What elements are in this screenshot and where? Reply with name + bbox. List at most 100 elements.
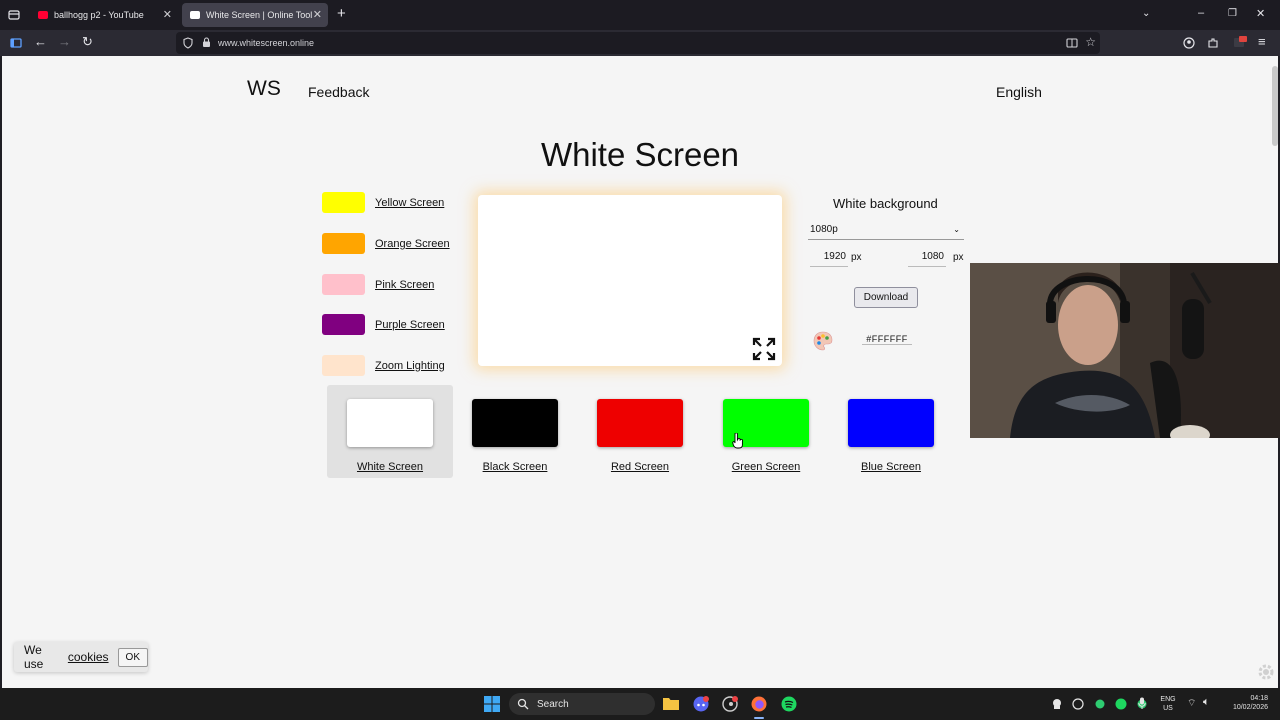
color-swatch[interactable] <box>322 274 365 295</box>
lock-icon[interactable] <box>202 37 211 48</box>
clock-time: 04:18 <box>1250 695 1268 702</box>
new-tab-icon[interactable]: + <box>337 6 346 21</box>
side-color-label[interactable]: Purple Screen <box>375 319 445 331</box>
input-language-bottom: US <box>1163 705 1173 712</box>
gear-icon[interactable] <box>1256 662 1276 682</box>
wifi-icon[interactable]: ⌔ <box>1187 697 1196 710</box>
width-input[interactable]: 1920 <box>810 251 848 267</box>
taskbar-search[interactable]: Search <box>509 693 655 715</box>
fullscreen-icon[interactable] <box>752 337 776 361</box>
language-selector[interactable]: English <box>996 84 1042 100</box>
address-bar[interactable]: www.whitescreen.online ☆ <box>176 32 1100 54</box>
clock[interactable]: 04:18 10/02/2026 <box>1222 694 1268 712</box>
color-swatch[interactable] <box>322 192 365 213</box>
spotify-icon[interactable] <box>781 696 797 712</box>
page-icon <box>190 11 200 19</box>
account-icon[interactable] <box>1183 37 1195 49</box>
side-color-label[interactable]: Pink Screen <box>375 279 434 291</box>
maximize-icon[interactable]: ❐ <box>1228 8 1237 20</box>
list-all-tabs-icon[interactable]: ⌄ <box>1142 8 1150 20</box>
os-taskbar: Search ENG US ⌔ 🔈︎ 04:18 10/02/2026 <box>0 688 1280 720</box>
red-screen-card[interactable] <box>597 399 683 447</box>
cookie-ok-button[interactable]: OK <box>117 647 148 667</box>
tray-spotify-icon[interactable] <box>1115 698 1127 710</box>
shield-icon[interactable] <box>183 37 193 49</box>
color-swatch[interactable] <box>322 233 365 254</box>
webcam-feed <box>970 263 1280 438</box>
tray-steam-icon[interactable] <box>1072 698 1084 710</box>
extensions-icon[interactable] <box>1207 37 1219 49</box>
width-unit: px <box>851 252 862 263</box>
page-title: White Screen <box>540 136 740 173</box>
white-screen-card[interactable] <box>347 399 433 447</box>
bookmark-star-icon[interactable]: ☆ <box>1085 35 1096 49</box>
menu-icon[interactable]: ≡ <box>1258 35 1266 48</box>
blue-screen-label[interactable]: Blue Screen <box>828 461 954 473</box>
sidebar-icon[interactable] <box>10 37 22 49</box>
hand-cursor-icon <box>732 433 743 449</box>
download-button[interactable]: Download <box>854 287 918 308</box>
close-window-icon[interactable]: ✕ <box>1256 8 1265 20</box>
reload-icon[interactable]: ↻ <box>82 35 93 48</box>
tray-status-icon[interactable] <box>1095 699 1105 709</box>
blue-screen-card[interactable] <box>848 399 934 447</box>
tray-app-icon[interactable] <box>1051 698 1063 710</box>
side-color-zoom-lighting[interactable]: Zoom Lighting <box>322 355 445 376</box>
red-screen-label[interactable]: Red Screen <box>577 461 703 473</box>
cookie-text: We use <box>24 643 44 671</box>
color-swatch[interactable] <box>322 314 365 335</box>
tab-whitescreen-label: White Screen | Online Tool <box>206 10 313 20</box>
side-color-label[interactable]: Yellow Screen <box>375 197 444 209</box>
feedback-link[interactable]: Feedback <box>308 84 369 100</box>
side-color-purple[interactable]: Purple Screen <box>322 314 445 335</box>
resolution-value: 1080p <box>810 224 838 235</box>
height-input[interactable]: 1080 <box>908 251 946 267</box>
scrollbar[interactable] <box>1272 66 1278 146</box>
back-icon[interactable]: ← <box>34 35 47 48</box>
resolution-select[interactable]: 1080p ⌄ <box>808 222 964 240</box>
white-screen-label[interactable]: White Screen <box>327 461 453 473</box>
steam-icon[interactable] <box>722 696 738 712</box>
side-color-yellow[interactable]: Yellow Screen <box>322 192 444 213</box>
input-language-top: ENG <box>1160 696 1176 703</box>
color-swatch[interactable] <box>322 355 365 376</box>
tab-youtube-label: ballhogg p2 - YouTube <box>54 10 144 20</box>
forward-icon[interactable]: → <box>58 35 71 48</box>
black-screen-card[interactable] <box>472 399 558 447</box>
tab-whitescreen[interactable]: White Screen | Online Tool ✕ <box>182 3 328 27</box>
cookies-link[interactable]: cookies <box>68 650 109 664</box>
firefox-icon[interactable] <box>751 696 767 712</box>
tab-youtube[interactable]: ballhogg p2 - YouTube ✕ <box>30 3 178 27</box>
black-screen-label[interactable]: Black Screen <box>452 461 578 473</box>
extension-badge-icon[interactable] <box>1233 35 1247 49</box>
side-color-label[interactable]: Orange Screen <box>375 238 450 250</box>
taskbar-search-label: Search <box>537 698 569 710</box>
discord-icon[interactable] <box>693 696 709 712</box>
input-language[interactable]: ENG US <box>1156 695 1180 713</box>
side-color-label[interactable]: Zoom Lighting <box>375 360 445 372</box>
palette-icon[interactable] <box>812 330 834 352</box>
color-preview[interactable] <box>478 195 782 366</box>
browser-nav-bar: ← → ↻ www.whitescreen.online ☆ ≡ <box>0 30 1280 56</box>
side-color-pink[interactable]: Pink Screen <box>322 274 434 295</box>
url-text: www.whitescreen.online <box>218 38 315 48</box>
microphone-icon[interactable] <box>1138 697 1146 710</box>
search-icon <box>517 698 529 710</box>
minimize-icon[interactable]: – <box>1198 7 1204 19</box>
close-tab-icon[interactable]: ✕ <box>163 8 172 21</box>
close-tab-icon[interactable]: ✕ <box>313 8 322 21</box>
site-logo[interactable]: WS <box>247 77 281 101</box>
hex-input[interactable]: #FFFFFF <box>862 334 912 345</box>
windows-start-icon[interactable] <box>484 696 500 712</box>
browser-tab-bar: ballhogg p2 - YouTube ✕ White Screen | O… <box>0 0 1280 30</box>
tab-list-icon[interactable] <box>8 9 20 21</box>
reader-view-icon[interactable] <box>1066 37 1078 49</box>
firefox-active-indicator <box>754 717 764 719</box>
green-screen-label[interactable]: Green Screen <box>703 461 829 473</box>
height-unit: px <box>953 252 964 263</box>
file-explorer-icon[interactable] <box>663 696 679 710</box>
side-color-orange[interactable]: Orange Screen <box>322 233 450 254</box>
chevron-down-icon: ⌄ <box>953 225 960 234</box>
volume-icon[interactable]: 🔈︎ <box>1203 696 1210 709</box>
cookie-banner: We use cookies OK <box>14 642 148 672</box>
